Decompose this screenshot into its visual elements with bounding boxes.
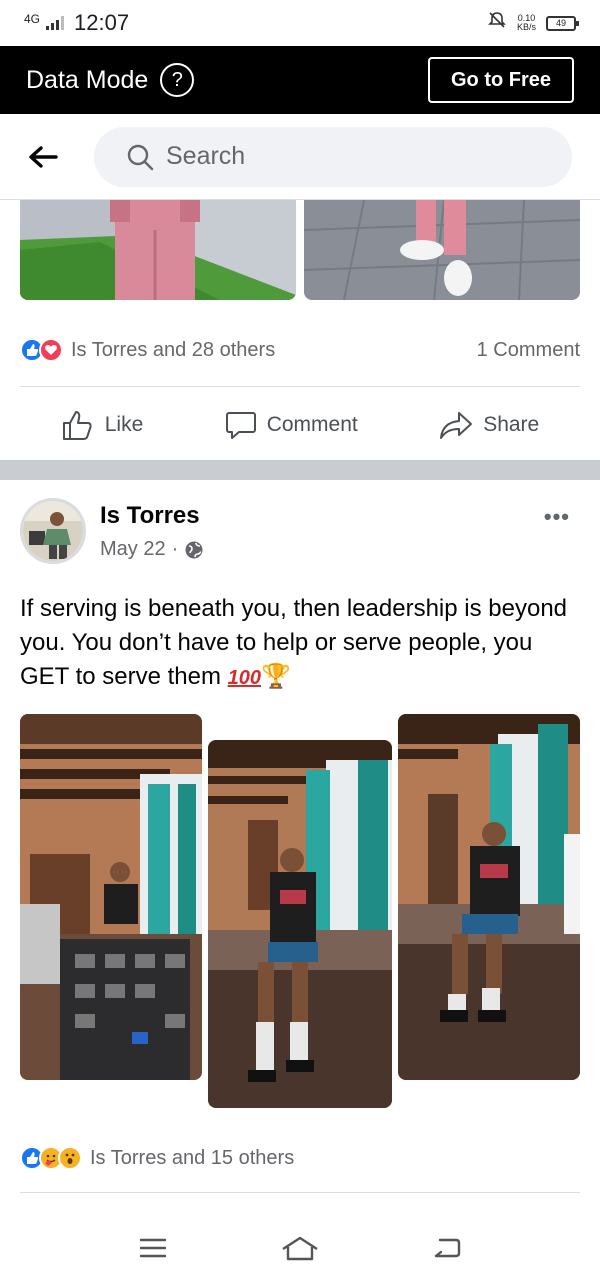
love-reaction-icon bbox=[39, 338, 63, 362]
divider bbox=[20, 1192, 580, 1193]
signal-icon bbox=[46, 16, 65, 30]
comment-label: Comment bbox=[266, 413, 358, 436]
search-input[interactable]: Search bbox=[94, 126, 572, 187]
divider bbox=[20, 386, 580, 387]
mute-icon bbox=[487, 10, 507, 36]
feed-separator bbox=[0, 460, 600, 480]
network-speed: 0.10 KB/s bbox=[517, 14, 536, 32]
home-icon[interactable] bbox=[275, 1228, 325, 1268]
system-nav-bar bbox=[0, 1210, 600, 1286]
post-photo-2[interactable] bbox=[208, 740, 392, 1108]
post-photo-1[interactable] bbox=[20, 714, 202, 1080]
reactions-text: Is Torres and 15 others bbox=[90, 1146, 295, 1169]
search-placeholder: Search bbox=[166, 142, 246, 170]
like-label: Like bbox=[104, 413, 144, 436]
post-photo-grid bbox=[20, 714, 580, 1108]
comments-count[interactable]: 1 Comment bbox=[477, 339, 580, 362]
reactions-text: Is Torres and 28 others bbox=[71, 338, 276, 361]
data-mode-title: Data Mode bbox=[26, 65, 149, 94]
status-left: 4G 12:07 bbox=[24, 10, 129, 36]
battery-icon: 49 bbox=[546, 15, 579, 31]
wow-reaction-icon bbox=[58, 1146, 82, 1170]
previous-post-reactions[interactable]: Is Torres and 28 others 1 Comment bbox=[20, 330, 580, 370]
back-icon[interactable] bbox=[422, 1228, 472, 1268]
post-text: If serving is beneath you, then leadersh… bbox=[20, 592, 580, 695]
data-mode-bar: Data Mode ? Go to Free bbox=[0, 46, 600, 114]
globe-icon bbox=[185, 541, 203, 558]
hundred-points-icon: 100 bbox=[227, 667, 262, 689]
share-button[interactable]: Share bbox=[439, 410, 539, 440]
post-actions: Like Comment Share bbox=[20, 400, 580, 450]
previous-post-photo-2[interactable] bbox=[304, 200, 580, 300]
search-icon bbox=[127, 144, 154, 170]
share-label: Share bbox=[483, 413, 540, 436]
avatar[interactable] bbox=[20, 498, 86, 564]
go-to-free-button[interactable]: Go to Free bbox=[428, 57, 574, 103]
post-reactions[interactable]: Is Torres and 15 others bbox=[20, 1140, 580, 1176]
previous-post-photo-1[interactable] bbox=[20, 200, 296, 300]
post-meta: May 22 · bbox=[100, 538, 204, 561]
post-body: If serving is beneath you, then leadersh… bbox=[20, 595, 568, 690]
meta-dot: · bbox=[171, 538, 179, 560]
status-right: 0.10 KB/s 49 bbox=[487, 10, 579, 36]
network-type: 4G bbox=[24, 12, 41, 26]
battery-level: 49 bbox=[555, 18, 566, 28]
post-date[interactable]: May 22 bbox=[100, 538, 166, 561]
trophy-icon: 🏆 bbox=[261, 663, 291, 690]
reaction-icons bbox=[20, 338, 63, 362]
like-button[interactable]: Like bbox=[61, 409, 144, 441]
comment-button[interactable]: Comment bbox=[225, 409, 358, 441]
post-author[interactable]: Is Torres bbox=[100, 502, 200, 530]
search-header: Search bbox=[0, 114, 600, 200]
clock: 12:07 bbox=[74, 10, 130, 35]
menu-icon[interactable] bbox=[128, 1228, 178, 1268]
post-header: Is Torres May 22 · ••• bbox=[20, 498, 580, 570]
back-arrow-icon[interactable] bbox=[28, 137, 68, 177]
speed-unit: KB/s bbox=[516, 22, 536, 32]
share-arrow-icon bbox=[440, 412, 473, 439]
thumbs-up-icon bbox=[62, 411, 92, 440]
post-photo-3[interactable] bbox=[398, 714, 580, 1080]
reaction-icons bbox=[20, 1146, 82, 1170]
comment-bubble-icon bbox=[225, 412, 256, 439]
question-circle-icon[interactable]: ? bbox=[160, 63, 195, 97]
more-dots-icon[interactable]: ••• bbox=[544, 504, 570, 530]
status-bar: 4G 12:07 0.10 KB/s 49 bbox=[0, 0, 600, 46]
previous-post-photos[interactable] bbox=[20, 200, 580, 300]
